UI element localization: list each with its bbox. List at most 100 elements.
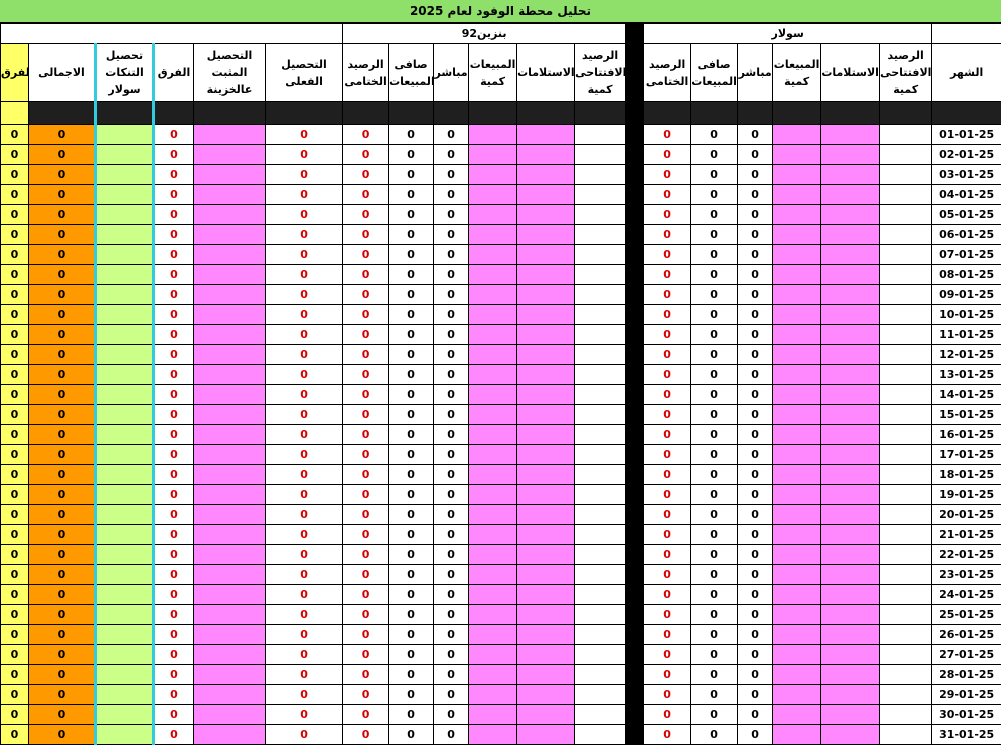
cell-collect-treasury[interactable]: [193, 524, 266, 545]
cell-b-sales-qty[interactable]: [468, 184, 518, 205]
cell-b-net-sales[interactable]: 0: [388, 484, 435, 505]
cell-diff[interactable]: 0: [153, 264, 194, 285]
cell-b-sales-qty[interactable]: [468, 504, 518, 525]
cell-s-direct[interactable]: 0: [737, 364, 774, 385]
cell-s-sales-qty[interactable]: [772, 324, 822, 345]
cell-s-direct[interactable]: 0: [737, 424, 774, 445]
cell-b-opening-balance[interactable]: [574, 404, 627, 425]
cell-collect-tanks-solar[interactable]: [94, 484, 155, 505]
cell-b-direct[interactable]: 0: [433, 164, 470, 185]
cell-s-direct[interactable]: 0: [737, 464, 774, 485]
cell-b-receipts[interactable]: [516, 724, 576, 745]
cell-collect-treasury[interactable]: [193, 484, 266, 505]
cell-s-closing-balance[interactable]: 0: [643, 404, 692, 425]
cell-diff[interactable]: 0: [153, 404, 194, 425]
cell-b-opening-balance[interactable]: [574, 304, 627, 325]
cell-s-receipts[interactable]: [820, 524, 881, 545]
cell-diff-short[interactable]: 0: [0, 644, 29, 665]
cell-s-net-sales[interactable]: 0: [690, 704, 739, 725]
cell-b-net-sales[interactable]: 0: [388, 164, 435, 185]
cell-collect-actual[interactable]: 0: [264, 184, 344, 205]
cell-total[interactable]: 0: [28, 184, 96, 205]
cell-s-direct[interactable]: 0: [737, 184, 774, 205]
cell-s-opening-balance[interactable]: [879, 304, 933, 325]
cell-collect-treasury[interactable]: [193, 624, 266, 645]
cell-date[interactable]: 12-01-25: [931, 344, 1001, 365]
cell-collect-actual[interactable]: 0: [264, 164, 344, 185]
cell-date[interactable]: 10-01-25: [931, 304, 1001, 325]
cell-b-direct[interactable]: 0: [433, 604, 470, 625]
cell-total[interactable]: 0: [28, 504, 96, 525]
cell-b-sales-qty[interactable]: [468, 224, 518, 245]
cell-s-closing-balance[interactable]: 0: [643, 684, 692, 705]
cell-collect-treasury[interactable]: [193, 304, 266, 325]
cell-s-closing-balance[interactable]: 0: [643, 724, 692, 745]
cell-diff-short[interactable]: 0: [0, 544, 29, 565]
cell-collect-tanks-solar[interactable]: [94, 284, 155, 305]
cell-diff-short[interactable]: 0: [0, 504, 29, 525]
cell-b-closing-balance[interactable]: 0: [342, 224, 390, 245]
cell-total[interactable]: 0: [28, 464, 96, 485]
cell-b-closing-balance[interactable]: 0: [342, 124, 390, 145]
cell-s-direct[interactable]: 0: [737, 404, 774, 425]
cell-s-receipts[interactable]: [820, 684, 881, 705]
cell-b-sales-qty[interactable]: [468, 204, 518, 225]
cell-s-receipts[interactable]: [820, 364, 881, 385]
cell-diff-short[interactable]: 0: [0, 624, 29, 645]
cell-s-closing-balance[interactable]: 0: [643, 644, 692, 665]
cell-collect-actual[interactable]: 0: [264, 204, 344, 225]
cell-b-direct[interactable]: 0: [433, 364, 470, 385]
cell-b-net-sales[interactable]: 0: [388, 184, 435, 205]
cell-date[interactable]: 31-01-25: [931, 724, 1001, 745]
cell-s-opening-balance[interactable]: [879, 284, 933, 305]
cell-collect-actual[interactable]: 0: [264, 304, 344, 325]
cell-b-opening-balance[interactable]: [574, 424, 627, 445]
cell-s-opening-balance[interactable]: [879, 724, 933, 745]
cell-s-net-sales[interactable]: 0: [690, 304, 739, 325]
cell-s-opening-balance[interactable]: [879, 144, 933, 165]
cell-diff-short[interactable]: 0: [0, 124, 29, 145]
cell-collect-actual[interactable]: 0: [264, 344, 344, 365]
cell-collect-tanks-solar[interactable]: [94, 344, 155, 365]
cell-collect-treasury[interactable]: [193, 644, 266, 665]
cell-date[interactable]: 03-01-25: [931, 164, 1001, 185]
cell-s-direct[interactable]: 0: [737, 444, 774, 465]
cell-b-sales-qty[interactable]: [468, 364, 518, 385]
cell-collect-actual[interactable]: 0: [264, 244, 344, 265]
cell-collect-tanks-solar[interactable]: [94, 304, 155, 325]
cell-b-receipts[interactable]: [516, 364, 576, 385]
cell-s-opening-balance[interactable]: [879, 684, 933, 705]
cell-diff-short[interactable]: 0: [0, 424, 29, 445]
cell-collect-treasury[interactable]: [193, 504, 266, 525]
cell-b-closing-balance[interactable]: 0: [342, 184, 390, 205]
cell-b-receipts[interactable]: [516, 644, 576, 665]
cell-date[interactable]: 11-01-25: [931, 324, 1001, 345]
cell-s-receipts[interactable]: [820, 384, 881, 405]
cell-diff[interactable]: 0: [153, 704, 194, 725]
cell-b-opening-balance[interactable]: [574, 224, 627, 245]
cell-s-direct[interactable]: 0: [737, 484, 774, 505]
cell-collect-treasury[interactable]: [193, 724, 266, 745]
cell-diff-short[interactable]: 0: [0, 144, 29, 165]
cell-b-direct[interactable]: 0: [433, 664, 470, 685]
cell-b-receipts[interactable]: [516, 384, 576, 405]
cell-s-receipts[interactable]: [820, 504, 881, 525]
cell-s-receipts[interactable]: [820, 204, 881, 225]
cell-b-sales-qty[interactable]: [468, 524, 518, 545]
cell-s-direct[interactable]: 0: [737, 664, 774, 685]
cell-date[interactable]: 09-01-25: [931, 284, 1001, 305]
cell-s-receipts[interactable]: [820, 704, 881, 725]
cell-total[interactable]: 0: [28, 344, 96, 365]
cell-total[interactable]: 0: [28, 144, 96, 165]
cell-b-opening-balance[interactable]: [574, 284, 627, 305]
cell-b-sales-qty[interactable]: [468, 284, 518, 305]
cell-b-sales-qty[interactable]: [468, 164, 518, 185]
cell-s-receipts[interactable]: [820, 644, 881, 665]
cell-s-direct[interactable]: 0: [737, 344, 774, 365]
cell-diff-short[interactable]: 0: [0, 684, 29, 705]
cell-s-sales-qty[interactable]: [772, 664, 822, 685]
cell-s-opening-balance[interactable]: [879, 444, 933, 465]
cell-s-opening-balance[interactable]: [879, 224, 933, 245]
cell-diff[interactable]: 0: [153, 544, 194, 565]
cell-b-sales-qty[interactable]: [468, 664, 518, 685]
